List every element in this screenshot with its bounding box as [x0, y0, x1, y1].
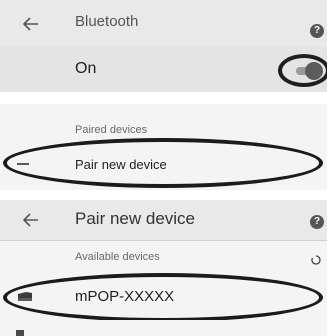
app-bar: Bluetooth ?: [0, 0, 327, 48]
paired-devices-header: Paired devices: [75, 124, 148, 136]
help-icon[interactable]: ?: [310, 215, 324, 229]
highlight-ring-pair-new-device: [3, 138, 323, 188]
page-title: Bluetooth: [75, 13, 139, 30]
back-arrow-icon[interactable]: [18, 11, 44, 37]
toggle-label: On: [75, 60, 97, 77]
bluetooth-settings-panel: Bluetooth ? On: [0, 0, 327, 92]
spinner-icon: [311, 255, 321, 265]
highlight-ring-device: [3, 273, 323, 322]
device-icon: [16, 330, 24, 336]
highlight-ring-toggle: [278, 54, 327, 87]
page-title: Pair new device: [75, 209, 196, 228]
back-arrow-icon[interactable]: [18, 207, 44, 233]
app-bar: Pair new device ?: [0, 200, 327, 241]
help-icon[interactable]: ?: [310, 24, 324, 38]
available-devices-header: Available devices: [75, 251, 160, 263]
list-item: [0, 320, 327, 336]
